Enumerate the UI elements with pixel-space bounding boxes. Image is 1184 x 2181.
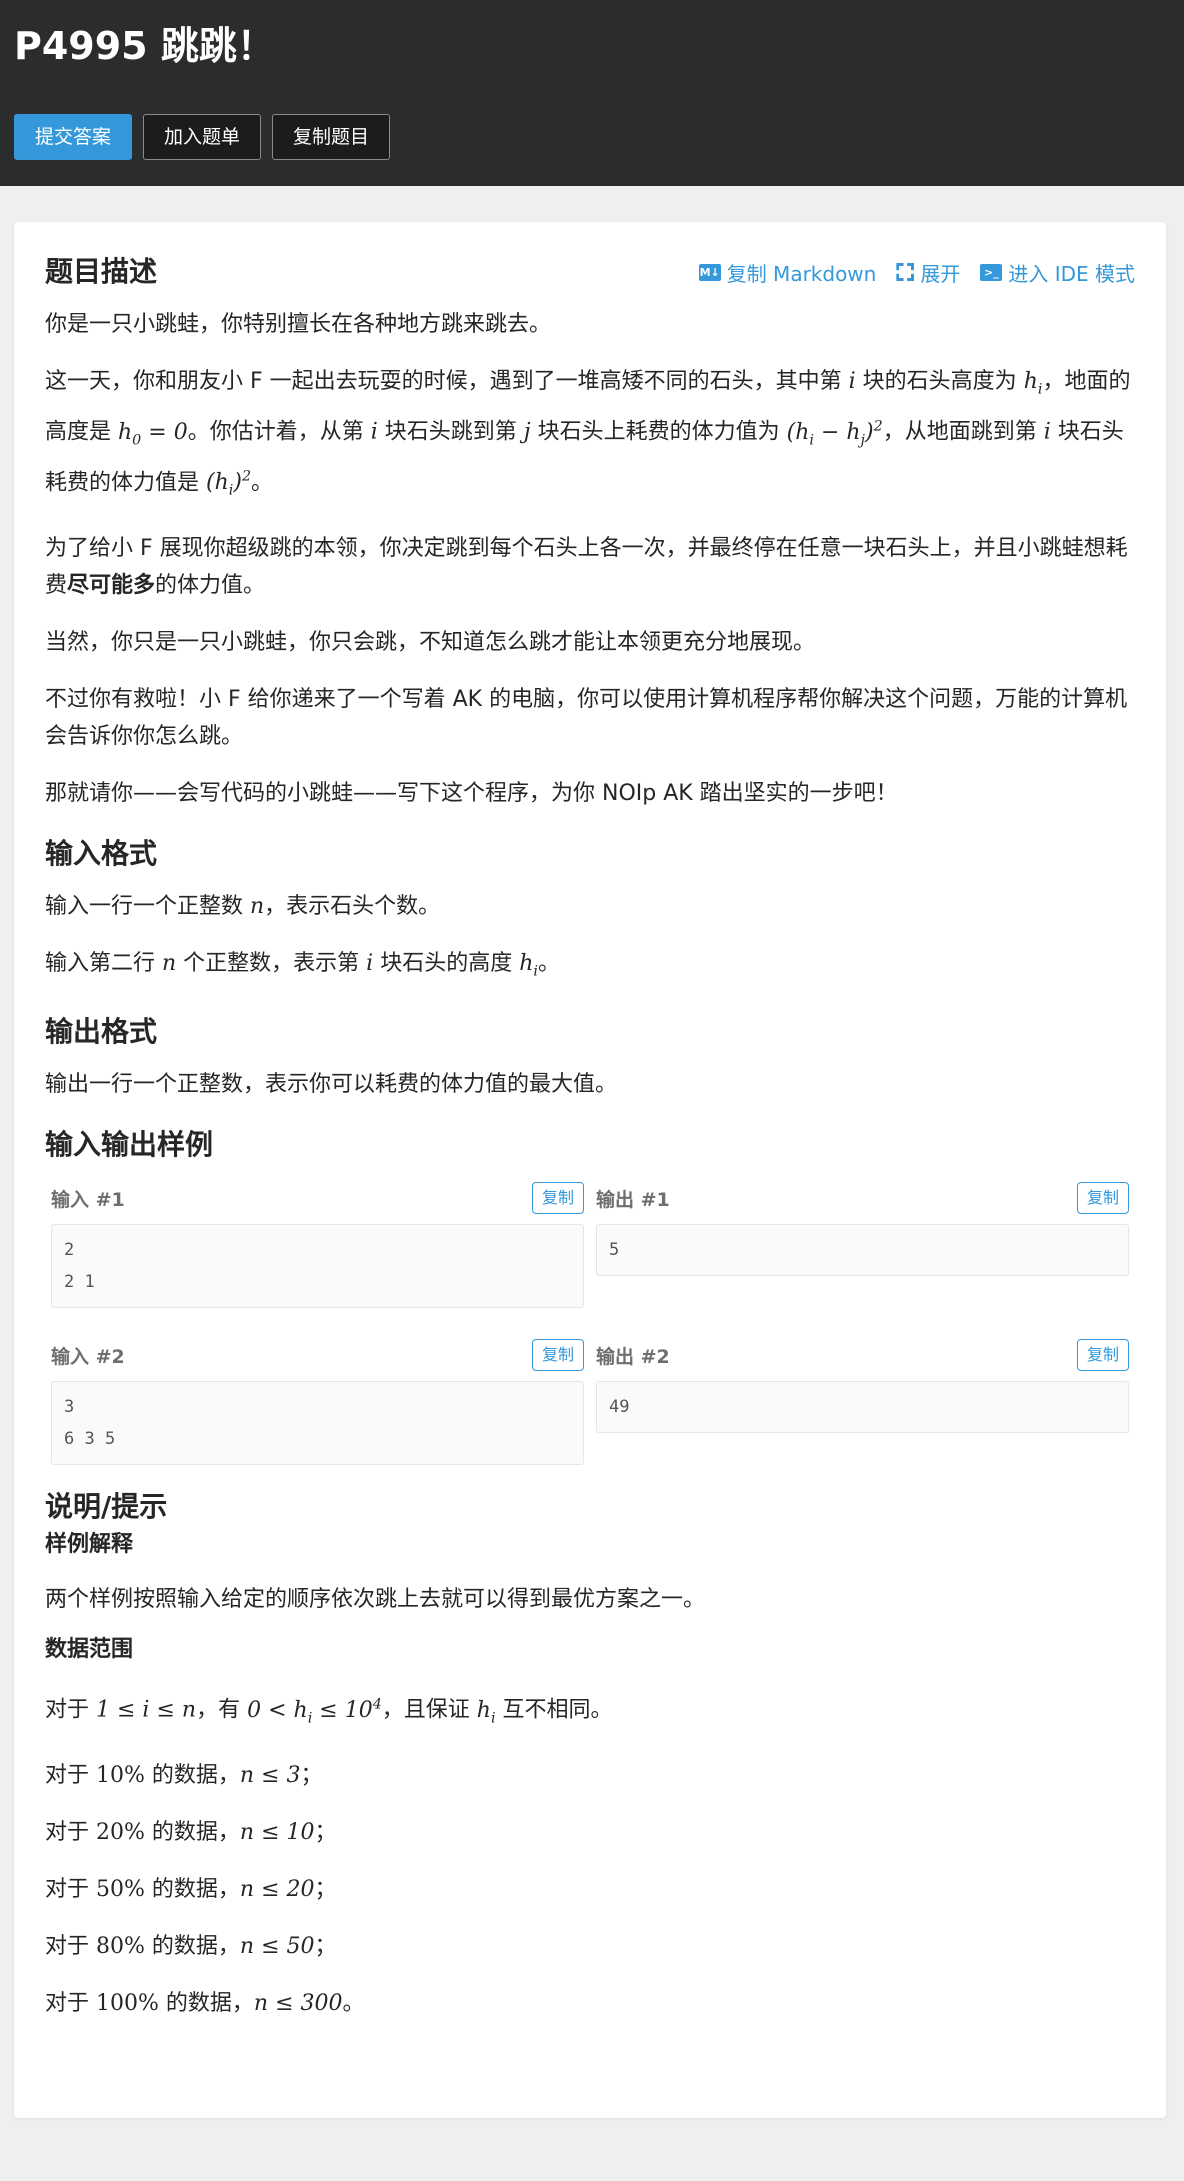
section-title-input: 输入格式 bbox=[45, 836, 158, 870]
copy-sample-output-2-button[interactable]: 复制 bbox=[1076, 1339, 1129, 1372]
input-line-1: 输入一行一个正整数 n，表示石头个数。 bbox=[45, 893, 441, 919]
hint-subtitle-sample: 样例解释 bbox=[45, 1532, 134, 1558]
header-actions: 提交答案 加入题单 复制题目 bbox=[14, 114, 1170, 160]
sample-output-2-box: 49 bbox=[596, 1381, 1129, 1434]
copy-sample-input-1-button[interactable]: 复制 bbox=[531, 1182, 584, 1215]
desc-paragraph-4: 当然，你只是一只小跳蛙，你只会跳，不知道怎么跳才能让本领更充分地展现。 bbox=[45, 629, 816, 655]
desc-paragraph-6: 那就请你——会写代码的小跳蛙——写下这个程序，为你 NOIp AK 踏出坚实的一… bbox=[45, 780, 898, 806]
hint-subtitle-range: 数据范围 bbox=[45, 1637, 134, 1663]
expand-link[interactable]: 展开 bbox=[896, 258, 960, 287]
output-line-1: 输出一行一个正整数，表示你可以耗费的体力值的最大值。 bbox=[45, 1072, 618, 1098]
sample-output-1-box: 5 bbox=[596, 1224, 1129, 1277]
problem-title: P4995 跳跳！ bbox=[14, 24, 275, 68]
copy-markdown-link[interactable]: M↓ 复制 Markdown bbox=[698, 258, 877, 287]
sample-output-2-label: 输出 #2 bbox=[596, 1345, 670, 1368]
section-title-hint: 说明/提示 bbox=[45, 1490, 168, 1524]
copy-markdown-label: 复制 Markdown bbox=[726, 261, 877, 286]
section-title-description: 题目描述 bbox=[45, 255, 158, 288]
desc-paragraph-1: 你是一只小跳蛙，你特别擅长在各种地方跳来跳去。 bbox=[45, 312, 552, 337]
sample-input-1-box: 22 1 bbox=[51, 1224, 584, 1309]
expand-label: 展开 bbox=[920, 261, 961, 286]
problem-card: 题目描述 M↓ 复制 Markdown 展开 >_ 进入 IDE 模式 你是一只… bbox=[14, 222, 1166, 2118]
copy-sample-output-1-button[interactable]: 复制 bbox=[1076, 1182, 1129, 1215]
section-title-output: 输出格式 bbox=[45, 1015, 158, 1049]
range-line-all: 对于 1 ≤ i ≤ n，有 0 < hi ≤ 104，且保证 hi 互不相同。 bbox=[45, 1696, 613, 1726]
samples-grid: 输入 #1 复制 22 1 输出 #1 复制 5 输入 #2 复制 36 3 5 bbox=[45, 1181, 1135, 1466]
copy-sample-input-2-button[interactable]: 复制 bbox=[531, 1339, 584, 1372]
desc-paragraph-5: 不过你有救啦！小 F 给你递来了一个写着 AK 的电脑，你可以使用计算机程序帮你… bbox=[45, 686, 1128, 749]
range-line-100: 对于 100% 的数据，n ≤ 300。 bbox=[45, 1990, 365, 2016]
sample-output-2: 输出 #2 复制 49 bbox=[596, 1338, 1129, 1465]
markdown-icon: M↓ bbox=[698, 263, 721, 281]
section-title-samples: 输入输出样例 bbox=[45, 1128, 214, 1162]
sample-output-1-label: 输出 #1 bbox=[596, 1188, 670, 1211]
sample-input-1-label: 输入 #1 bbox=[51, 1188, 125, 1211]
page-header: P4995 跳跳！ 提交答案 加入题单 复制题目 bbox=[0, 0, 1184, 186]
ide-mode-label: 进入 IDE 模式 bbox=[1008, 261, 1135, 286]
hint-sample-text: 两个样例按照输入给定的顺序依次跳上去就可以得到最优方案之一。 bbox=[45, 1587, 706, 1613]
sample-input-2: 输入 #2 复制 36 3 5 bbox=[51, 1338, 584, 1466]
range-line-50: 对于 50% 的数据，n ≤ 20； bbox=[45, 1876, 337, 1902]
submit-answer-button[interactable]: 提交答案 bbox=[14, 114, 133, 160]
sample-input-2-label: 输入 #2 bbox=[51, 1345, 125, 1368]
expand-icon bbox=[896, 263, 914, 281]
range-line-10: 对于 10% 的数据，n ≤ 3； bbox=[45, 1762, 323, 1788]
input-line-2: 输入第二行 n 个正整数，表示第 i 块石头的高度 hi。 bbox=[45, 950, 560, 980]
range-line-80: 对于 80% 的数据，n ≤ 50； bbox=[45, 1933, 337, 1959]
terminal-icon: >_ bbox=[980, 263, 1003, 281]
sample-output-1: 输出 #1 复制 5 bbox=[596, 1181, 1129, 1308]
copy-problem-button[interactable]: 复制题目 bbox=[272, 114, 391, 160]
desc-paragraph-2: 这一天，你和朋友小 F 一起出去玩耍的时候，遇到了一堆高矮不同的石头，其中第 i… bbox=[45, 369, 1131, 499]
ide-mode-link[interactable]: >_ 进入 IDE 模式 bbox=[980, 258, 1135, 287]
card-header: 题目描述 M↓ 复制 Markdown 展开 >_ 进入 IDE 模式 bbox=[45, 252, 1135, 292]
add-to-list-button[interactable]: 加入题单 bbox=[143, 114, 262, 160]
desc-paragraph-3: 为了给小 F 展现你超级跳的本领，你决定跳到每个石头上各一次，并最终停在任意一块… bbox=[45, 535, 1128, 598]
toolbar: M↓ 复制 Markdown 展开 >_ 进入 IDE 模式 bbox=[698, 258, 1135, 287]
sample-input-1: 输入 #1 复制 22 1 bbox=[51, 1181, 584, 1309]
sample-input-2-box: 36 3 5 bbox=[51, 1381, 584, 1466]
range-line-20: 对于 20% 的数据，n ≤ 10； bbox=[45, 1819, 337, 1845]
